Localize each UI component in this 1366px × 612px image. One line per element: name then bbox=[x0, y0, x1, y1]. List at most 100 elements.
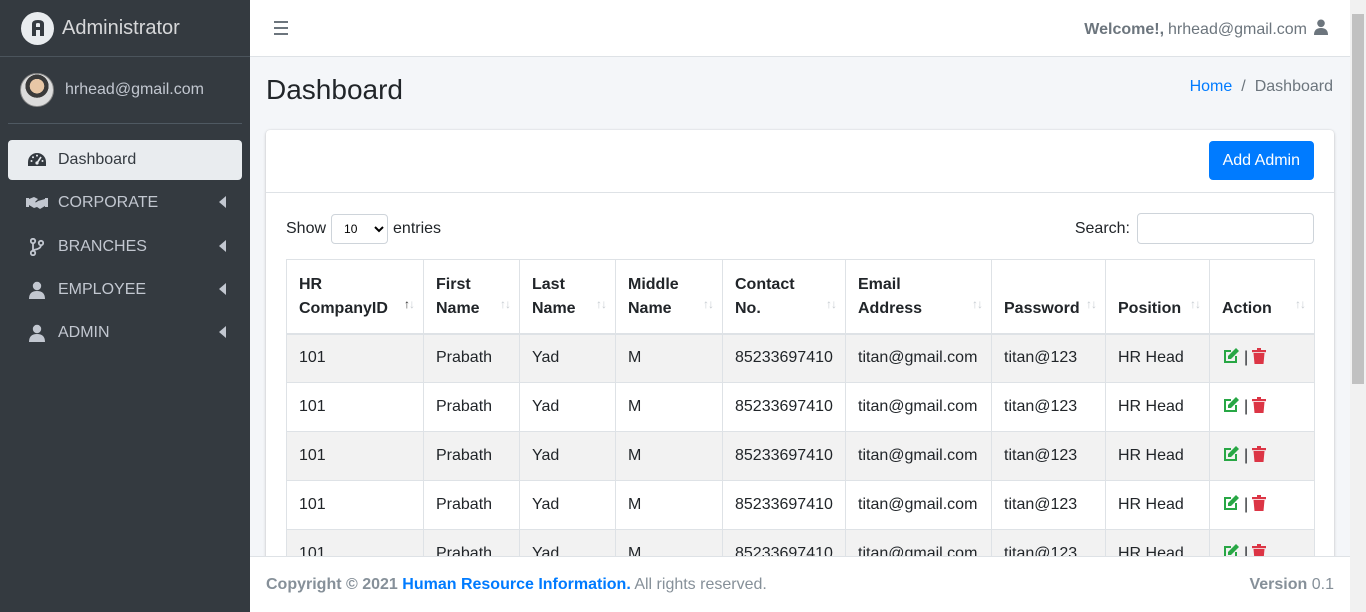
admin-card: Add Admin Show 10 entries Search: HR Comp… bbox=[266, 130, 1334, 570]
trash-icon[interactable] bbox=[1252, 347, 1267, 369]
user-panel[interactable]: hrhead@gmail.com bbox=[8, 57, 242, 124]
cell-position: HR Head bbox=[1105, 431, 1210, 481]
chevron-left-icon bbox=[219, 239, 226, 252]
cell-middle-name: M bbox=[615, 382, 723, 432]
footer-copyright: Copyright © 2021 Human Resource Informat… bbox=[266, 576, 767, 594]
cell-password: titan@123 bbox=[991, 382, 1106, 432]
trash-icon[interactable] bbox=[1252, 396, 1267, 418]
cell-first-name: Prabath bbox=[423, 382, 520, 432]
table-search: Search: bbox=[1075, 213, 1314, 244]
cell-hr-companyid: 101 bbox=[286, 333, 424, 383]
sort-icon: ↑↓ bbox=[1086, 296, 1097, 311]
cell-contact-no: 85233697410 bbox=[722, 431, 846, 481]
sidebar-item-branches[interactable]: BRANCHES bbox=[8, 227, 242, 267]
cell-password: titan@123 bbox=[991, 431, 1106, 481]
sidebar-item-label: EMPLOYEE bbox=[58, 280, 147, 298]
cell-action: | bbox=[1209, 382, 1315, 432]
footer-version: Version 0.1 bbox=[1249, 576, 1334, 594]
table-body: 101 Prabath Yad M 85233697410 titan@gmail.com… bbox=[286, 333, 1315, 570]
sidebar-item-employee[interactable]: EMPLOYEE bbox=[8, 270, 242, 310]
sidebar-item-label: CORPORATE bbox=[58, 194, 159, 212]
brand[interactable]: Administrator bbox=[0, 0, 250, 57]
welcome-user[interactable]: Welcome!, hrhead@gmail.com bbox=[1084, 19, 1328, 40]
welcome-label: Welcome!, bbox=[1084, 20, 1165, 38]
column-header-middle-name[interactable]: Middle Name ↑↓ bbox=[615, 259, 723, 335]
cell-position: HR Head bbox=[1105, 480, 1210, 530]
vertical-scrollbar[interactable] bbox=[1350, 0, 1366, 612]
sidebar-item-admin[interactable]: ADMIN bbox=[8, 313, 242, 353]
cell-action: | bbox=[1209, 431, 1315, 481]
cell-middle-name: M bbox=[615, 431, 723, 481]
column-header-first-name[interactable]: First Name ↑↓ bbox=[423, 259, 520, 335]
column-header-last-name[interactable]: Last Name ↑↓ bbox=[519, 259, 616, 335]
cell-hr-companyid: 101 bbox=[286, 431, 424, 481]
table-row: 101 Prabath Yad M 85233697410 titan@gmail.com… bbox=[286, 333, 1315, 383]
add-admin-button[interactable]: Add Admin bbox=[1208, 141, 1314, 180]
copyright-text: Copyright © 2021 bbox=[266, 575, 398, 593]
trash-icon[interactable] bbox=[1252, 494, 1267, 516]
breadcrumb-current: Dashboard bbox=[1254, 78, 1333, 95]
table-header-row: HR CompanyID ↑↓ First Name ↑↓ Last Name ↑↓ Mid… bbox=[286, 259, 1315, 335]
table-row: 101 Prabath Yad M 85233697410 titan@gmail.com… bbox=[286, 382, 1315, 432]
cell-password: titan@123 bbox=[991, 333, 1106, 383]
action-separator: | bbox=[1244, 496, 1249, 513]
breadcrumb: Home / Dashboard bbox=[1190, 78, 1333, 96]
sort-icon: ↑↓ bbox=[1295, 296, 1306, 311]
column-header-hr-companyid[interactable]: HR CompanyID ↑↓ bbox=[286, 259, 424, 335]
cell-email-address: titan@gmail.com bbox=[845, 333, 992, 383]
sidebar-item-corporate[interactable]: CORPORATE bbox=[8, 183, 242, 223]
chevron-left-icon bbox=[219, 282, 226, 295]
code-branch-icon bbox=[26, 237, 48, 257]
trash-icon[interactable] bbox=[1252, 445, 1267, 467]
action-separator: | bbox=[1244, 398, 1249, 415]
column-header-password[interactable]: Password ↑↓ bbox=[991, 259, 1106, 335]
column-header-action[interactable]: Action ↑↓ bbox=[1209, 259, 1315, 335]
hamburger-menu-icon[interactable] bbox=[274, 21, 288, 35]
avatar bbox=[20, 73, 54, 107]
column-header-position[interactable]: Position ↑↓ bbox=[1105, 259, 1210, 335]
breadcrumb-home-link[interactable]: Home bbox=[1190, 78, 1233, 96]
edit-icon[interactable] bbox=[1222, 347, 1240, 369]
user-icon bbox=[26, 323, 48, 343]
cell-last-name: Yad bbox=[519, 480, 616, 530]
tachometer-icon bbox=[26, 150, 48, 170]
entries-select[interactable]: 10 bbox=[331, 213, 389, 244]
scrollbar-thumb[interactable] bbox=[1352, 14, 1364, 384]
brand-logo-icon bbox=[21, 11, 54, 45]
sort-icon: ↑↓ bbox=[500, 296, 511, 311]
cell-last-name: Yad bbox=[519, 333, 616, 383]
cell-first-name: Prabath bbox=[423, 431, 520, 481]
table-row: 101 Prabath Yad M 85233697410 titan@gmail.com… bbox=[286, 480, 1315, 530]
version-label: Version bbox=[1249, 575, 1308, 593]
welcome-email: hrhead@gmail.com bbox=[1168, 20, 1307, 38]
org-link[interactable]: Human Resource Information. bbox=[402, 576, 630, 593]
entries-length: Show 10 entries bbox=[286, 213, 441, 244]
search-input[interactable] bbox=[1137, 213, 1314, 244]
sort-icon: ↑↓ bbox=[972, 296, 983, 311]
cell-action: | bbox=[1209, 480, 1315, 530]
edit-icon[interactable] bbox=[1222, 396, 1240, 418]
column-header-contact-no[interactable]: Contact No. ↑↓ bbox=[722, 259, 846, 335]
cell-password: titan@123 bbox=[991, 480, 1106, 530]
table-controls: Show 10 entries Search: bbox=[286, 213, 1314, 259]
column-header-email-address[interactable]: Email Address ↑↓ bbox=[845, 259, 992, 335]
cell-contact-no: 85233697410 bbox=[722, 480, 846, 530]
user-email[interactable]: hrhead@gmail.com bbox=[65, 81, 204, 99]
cell-hr-companyid: 101 bbox=[286, 382, 424, 432]
top-navbar: Welcome!, hrhead@gmail.com bbox=[250, 0, 1350, 57]
cell-first-name: Prabath bbox=[423, 333, 520, 383]
sidebar-item-label: BRANCHES bbox=[58, 237, 147, 255]
sidebar-item-dashboard[interactable]: Dashboard bbox=[8, 140, 242, 180]
user-icon bbox=[1314, 19, 1328, 40]
rights-text: All rights reserved. bbox=[634, 575, 767, 593]
cell-first-name: Prabath bbox=[423, 480, 520, 530]
action-separator: | bbox=[1244, 447, 1249, 464]
search-label: Search: bbox=[1074, 219, 1130, 237]
sort-icon: ↑↓ bbox=[596, 296, 607, 311]
edit-icon[interactable] bbox=[1222, 445, 1240, 467]
sidebar: Administrator hrhead@gmail.com Dashboard… bbox=[0, 0, 250, 612]
edit-icon[interactable] bbox=[1222, 494, 1240, 516]
cell-email-address: titan@gmail.com bbox=[845, 480, 992, 530]
cell-email-address: titan@gmail.com bbox=[845, 382, 992, 432]
handshake-icon bbox=[26, 193, 48, 213]
